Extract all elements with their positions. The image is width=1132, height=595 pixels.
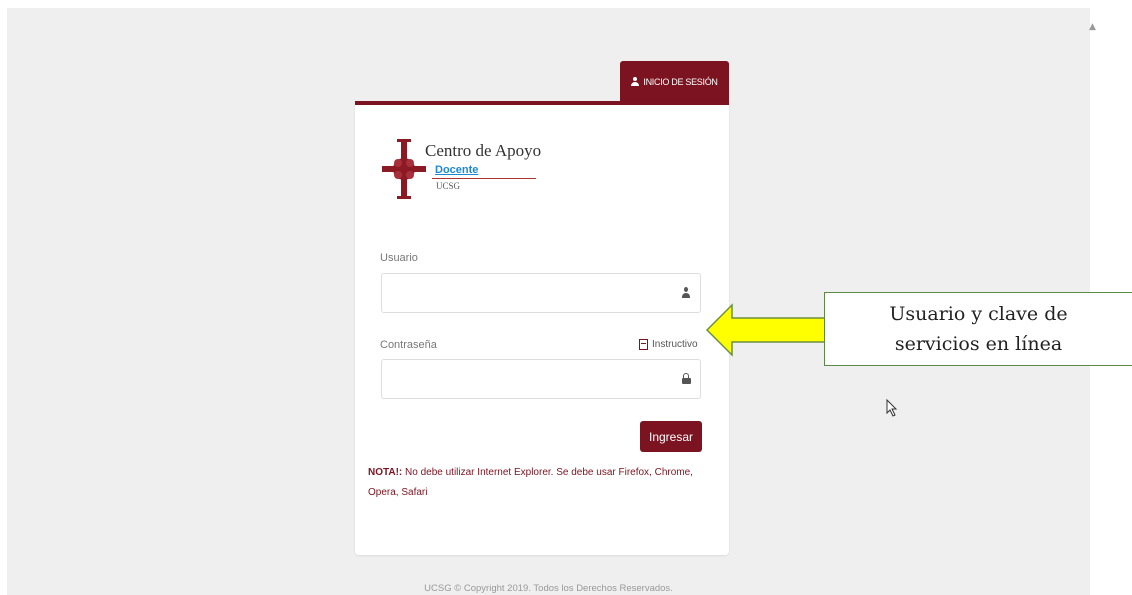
login-tab-label: INICIO DE SESIÓN: [643, 76, 718, 87]
instructivo-link[interactable]: Instructivo: [639, 339, 698, 350]
user-icon: [681, 287, 691, 298]
logo-subtitle: Docente: [435, 164, 479, 176]
lock-icon: [681, 373, 691, 384]
logo-org: UCSG: [436, 181, 461, 191]
annotation-callout: Usuario y clave de servicios en línea: [824, 292, 1132, 366]
scroll-up-arrow-icon[interactable]: ▲: [1089, 22, 1096, 32]
password-label: Contraseña: [380, 339, 437, 351]
note-prefix: NOTA!:: [368, 467, 403, 478]
mouse-cursor-icon: [886, 399, 898, 417]
user-icon: [631, 77, 640, 86]
callout-line-1: Usuario y clave de: [889, 303, 1068, 325]
logo-divider: [432, 178, 536, 179]
username-input[interactable]: [381, 273, 701, 313]
browser-compatibility-note: NOTA!: No debe utilizar Internet Explore…: [368, 463, 718, 503]
login-submit-button[interactable]: Ingresar: [640, 421, 702, 452]
note-text: No debe utilizar Internet Explorer. Se d…: [368, 467, 693, 498]
instructivo-label: Instructivo: [652, 339, 698, 350]
callout-arrow-icon: [705, 303, 826, 357]
ucsg-cross-logo-icon: [382, 139, 426, 199]
password-input[interactable]: [381, 359, 701, 399]
login-card: Centro de Apoyo Docente UCSG Usuario Con…: [355, 101, 729, 555]
logo: Centro de Apoyo Docente UCSG: [382, 139, 542, 203]
login-tab[interactable]: INICIO DE SESIÓN: [620, 61, 729, 102]
logo-title: Centro de Apoyo: [425, 141, 542, 160]
callout-line-2: servicios en línea: [894, 333, 1063, 355]
username-label: Usuario: [380, 252, 418, 264]
document-icon: [639, 339, 648, 350]
copyright-footer: UCSG © Copyright 2019. Todos los Derecho…: [424, 583, 673, 594]
